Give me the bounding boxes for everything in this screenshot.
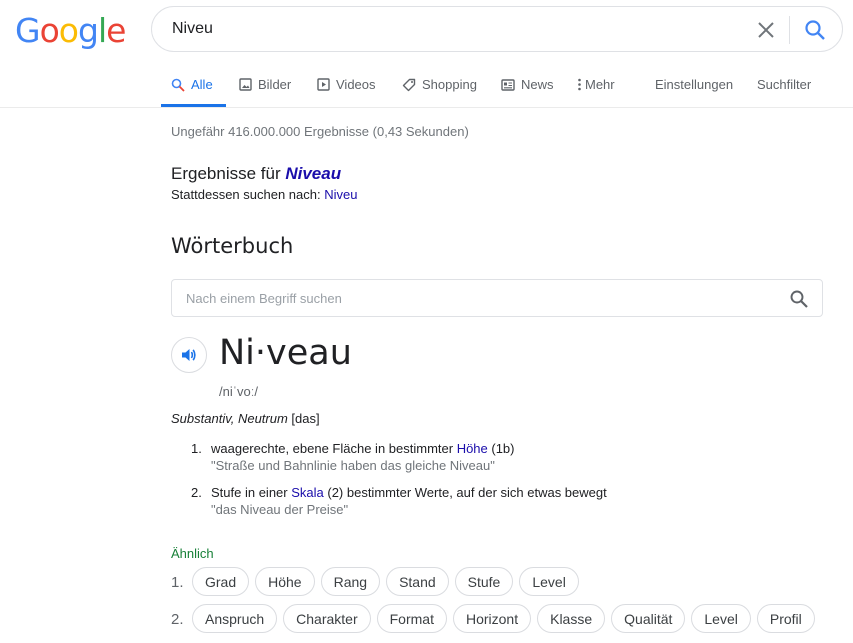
- search-divider: [789, 16, 790, 44]
- synonym-chip[interactable]: Stand: [386, 567, 449, 596]
- definition-example: "das Niveau der Preise": [211, 502, 349, 517]
- correction-prefix: Ergebnisse für: [171, 164, 286, 183]
- tab-suchfilter[interactable]: Suchfilter: [757, 77, 811, 92]
- search-button[interactable]: [802, 17, 828, 43]
- close-icon: [758, 22, 774, 38]
- synonym-chip[interactable]: Grad: [192, 567, 250, 596]
- synonym-chip[interactable]: Anspruch: [192, 604, 278, 633]
- original-query-link[interactable]: Niveu: [324, 187, 357, 202]
- synonym-chip[interactable]: Profil: [756, 604, 815, 633]
- definition-link-hoehe[interactable]: Höhe: [457, 441, 488, 456]
- logo-letter: e: [106, 11, 126, 50]
- synonym-chip[interactable]: Qualität: [611, 604, 686, 633]
- definition-number: 1.: [191, 441, 202, 456]
- headword: Ni·veau: [219, 333, 352, 373]
- synonym-chip[interactable]: Rang: [320, 567, 381, 596]
- pronunciation-button[interactable]: [171, 337, 207, 373]
- google-logo[interactable]: Google: [15, 11, 126, 50]
- definition-link-skala[interactable]: Skala: [291, 485, 324, 500]
- image-icon: [239, 78, 252, 91]
- synonym-chip[interactable]: Level: [691, 604, 751, 633]
- tab-label: Videos: [336, 77, 376, 92]
- tab-label: Bilder: [258, 77, 292, 92]
- video-icon: [317, 78, 330, 91]
- similar-row-number: 2.: [171, 611, 184, 628]
- tab-label: Shopping: [422, 77, 477, 92]
- synonym-chip[interactable]: Horizont: [452, 604, 532, 633]
- tab-einstellungen[interactable]: Einstellungen: [655, 77, 733, 92]
- tab-mehr[interactable]: Mehr: [577, 77, 615, 92]
- definition-text: Stufe in einer Skala (2) bestimmter Wert…: [211, 485, 607, 500]
- tab-alle[interactable]: Alle: [171, 77, 213, 92]
- tag-icon: [402, 78, 416, 91]
- tab-videos[interactable]: Videos: [317, 77, 376, 92]
- speaker-icon: [182, 349, 196, 361]
- dictionary-search-button[interactable]: [789, 289, 809, 309]
- search-box[interactable]: Niveu: [151, 6, 843, 52]
- logo-letter: g: [77, 11, 99, 50]
- tab-label: News: [521, 77, 554, 92]
- clear-search-button[interactable]: [752, 17, 780, 43]
- similar-chips-row: Grad Höhe Rang Stand Stufe Level: [192, 567, 579, 596]
- corrected-query-link[interactable]: Niveau: [285, 164, 341, 183]
- synonym-chip[interactable]: Stufe: [454, 567, 514, 596]
- search-tabs: Alle Bilder Videos Shopping News Mehr Ei…: [0, 60, 853, 108]
- logo-letter: l: [97, 11, 107, 50]
- news-icon: [501, 78, 515, 91]
- more-vert-icon: [578, 78, 581, 91]
- definition-text-part: waagerechte, ebene Fläche in bestimmter: [211, 441, 457, 456]
- search-icon: [171, 78, 185, 92]
- pos-label: Substantiv, Neutrum: [171, 411, 288, 426]
- logo-letter: o: [39, 11, 60, 50]
- search-icon: [805, 20, 825, 40]
- result-stats: Ungefähr 416.000.000 Ergebnisse (0,43 Se…: [171, 124, 469, 139]
- search-input[interactable]: Niveu: [172, 20, 213, 38]
- definition-text-part: (1b): [487, 441, 515, 456]
- dictionary-title: Wörterbuch: [171, 234, 294, 258]
- dictionary-search-placeholder: Nach einem Begriff suchen: [186, 291, 342, 306]
- logo-letter: o: [58, 11, 79, 50]
- tab-label: Mehr: [585, 77, 615, 92]
- synonym-chip[interactable]: Format: [376, 604, 447, 633]
- similar-label: Ähnlich: [171, 546, 214, 561]
- active-tab-indicator: [161, 104, 226, 107]
- definition-example: "Straße und Bahnlinie haben das gleiche …: [211, 458, 495, 473]
- search-instead: Stattdessen suchen nach: Niveu: [171, 187, 357, 202]
- search-icon: [790, 290, 808, 308]
- tab-label: Alle: [191, 77, 213, 92]
- phonetic: /niˈvoː/: [219, 384, 259, 399]
- tab-label: Suchfilter: [757, 77, 812, 92]
- pos-article: [das]: [287, 411, 320, 426]
- search-instead-prefix: Stattdessen suchen nach:: [171, 187, 325, 202]
- tab-shopping[interactable]: Shopping: [402, 77, 477, 92]
- synonym-chip[interactable]: Level: [519, 567, 579, 596]
- tab-news[interactable]: News: [501, 77, 554, 92]
- synonym-chip[interactable]: Klasse: [537, 604, 606, 633]
- logo-letter: G: [15, 11, 41, 50]
- definition-text-part: Stufe in einer: [211, 485, 292, 500]
- dictionary-search-field[interactable]: Nach einem Begriff suchen: [171, 279, 823, 317]
- tab-label: Einstellungen: [655, 77, 734, 92]
- definition-text-part: (2) bestimmter Werte, auf der sich etwas…: [323, 485, 607, 500]
- similar-row-number: 1.: [171, 574, 184, 591]
- synonym-chip[interactable]: Charakter: [283, 604, 371, 633]
- spelling-correction: Ergebnisse für Niveau: [171, 164, 341, 184]
- part-of-speech: Substantiv, Neutrum [das]: [171, 411, 320, 426]
- similar-chips-row: Anspruch Charakter Format Horizont Klass…: [192, 604, 815, 633]
- synonym-chip[interactable]: Höhe: [255, 567, 315, 596]
- definition-number: 2.: [191, 485, 202, 500]
- tab-bilder[interactable]: Bilder: [239, 77, 291, 92]
- definition-text: waagerechte, ebene Fläche in bestimmter …: [211, 441, 515, 456]
